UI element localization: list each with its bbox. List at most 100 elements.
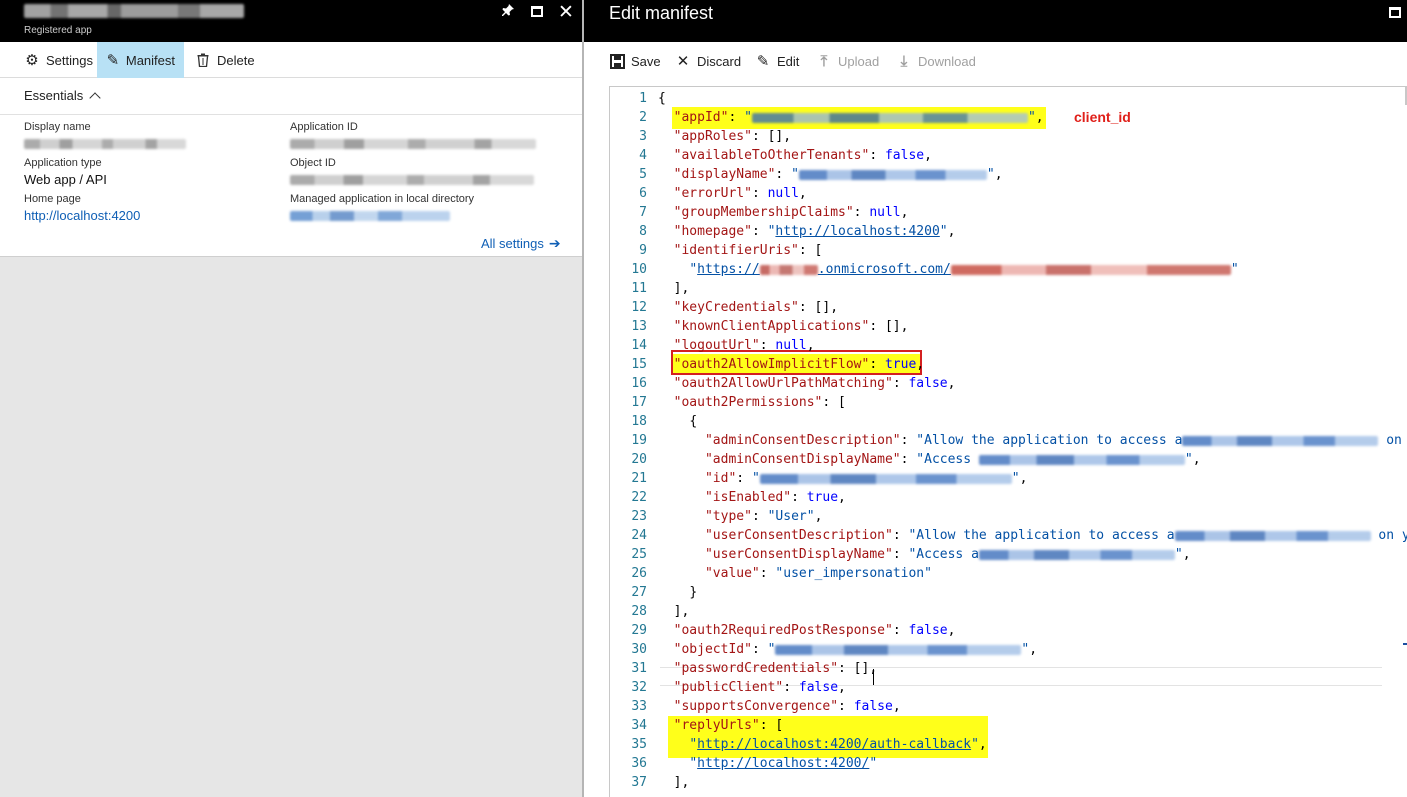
code-value: null: [775, 338, 807, 353]
code-value: false: [853, 699, 893, 714]
code-line: 35 "http://localhost:4200/auth-callback"…: [631, 737, 987, 752]
code-key: "adminConsentDescription": [704, 433, 901, 448]
code-line: 9 "identifierUris": [: [639, 243, 823, 258]
homepage-url-link[interactable]: http://localhost:4200: [775, 224, 939, 239]
display-name-label: Display name: [24, 121, 91, 133]
home-page-link[interactable]: http://localhost:4200: [24, 208, 140, 223]
code-line: 25 "userConsentDisplayName": "Access a ",: [631, 547, 1191, 562]
code-key: "type": [704, 509, 752, 524]
reply-url-link[interactable]: http://localhost:4200/auth-callback: [697, 737, 971, 752]
code-line: 22 "isEnabled": true,: [631, 490, 846, 505]
edit-label: Edit: [777, 53, 800, 69]
manifest-button[interactable]: ✎ Manifest: [97, 42, 184, 78]
code-value: true: [806, 490, 839, 505]
chevron-up-icon: [89, 92, 101, 104]
code-line: 27 }: [631, 585, 698, 600]
code-key: "appRoles": [673, 129, 752, 144]
pin-icon[interactable]: [497, 3, 519, 23]
code-line: 28 ],: [631, 604, 690, 619]
identifier-uri-domain: .onmicrosoft.com/: [817, 262, 951, 277]
gear-icon: ⚙: [25, 51, 39, 69]
download-icon: ⤓: [900, 52, 908, 70]
application-id-redacted: [290, 139, 536, 149]
code-key: "keyCredentials": [673, 300, 799, 315]
download-button[interactable]: ⤓ Download: [896, 51, 976, 71]
maximize-icon[interactable]: [526, 3, 548, 23]
save-button[interactable]: Save: [609, 51, 661, 71]
all-settings-label: All settings: [481, 236, 544, 251]
tenant-redacted: [759, 264, 818, 275]
code-key: "displayName": [673, 167, 776, 182]
close-icon[interactable]: ✕: [555, 3, 577, 23]
code-key: "passwordCredentials": [673, 661, 839, 676]
code-key: "isEnabled": [704, 490, 792, 505]
code-key: "identifierUris": [673, 243, 799, 258]
managed-app-link-redacted[interactable]: [290, 211, 450, 221]
pencil-icon: ✎: [106, 51, 120, 69]
code-value: false: [908, 623, 948, 638]
code-line: 4 "availableToOtherTenants": false,: [639, 148, 932, 163]
code-line: 31 "passwordCredentials": [],: [631, 661, 878, 676]
upload-icon: ⤒: [820, 52, 828, 70]
code-line: 13 "knownClientApplications": [],: [631, 319, 909, 334]
app-name-redacted: [1182, 435, 1379, 446]
code-key: "groupMembershipClaims": [673, 205, 854, 220]
essentials-header: Essentials: [24, 88, 84, 103]
discard-button[interactable]: ✕ Discard: [675, 51, 741, 71]
permission-id-redacted: [759, 473, 1012, 484]
code-line: 17 "oauth2Permissions": [: [631, 395, 846, 410]
blade-subtitle: Registered app: [24, 25, 92, 36]
essentials-panel: Essentials Display name Application ID A…: [0, 78, 582, 257]
blade-header: Edit manifest: [584, 0, 1407, 42]
code-line: 2 "appId": " ",: [639, 110, 1044, 125]
code-line: 5 "displayName": " ",: [639, 167, 1003, 182]
blade-header: Registered app ✕: [0, 0, 582, 42]
identifier-guid-redacted: [950, 264, 1231, 275]
code-line: 3 "appRoles": [],: [639, 129, 792, 144]
code-key: "adminConsentDisplayName": [704, 452, 901, 467]
code-line: 11 ],: [631, 281, 690, 296]
code-line: 26 "value": "user_impersonation": [631, 566, 932, 581]
object-id-redacted: [290, 175, 534, 185]
app-title-redacted: [24, 4, 244, 20]
code-line: 14 "logoutUrl": null,: [631, 338, 815, 353]
code-value: true: [884, 357, 917, 372]
close-icon: ✕: [676, 52, 690, 70]
essentials-toggle[interactable]: Essentials: [24, 88, 101, 104]
divider: [0, 114, 582, 115]
app-name-redacted: [978, 454, 1185, 465]
code-line: 36 "http://localhost:4200/": [631, 756, 878, 771]
trash-icon: [195, 52, 211, 68]
settings-button[interactable]: ⚙ Settings: [15, 42, 102, 78]
code-value: on b: [1386, 433, 1402, 448]
edit-button[interactable]: ✎ Edit: [755, 51, 800, 71]
code-key: "errorUrl": [673, 186, 752, 201]
settings-label: Settings: [46, 52, 93, 68]
object-id-label: Object ID: [290, 157, 336, 169]
upload-button[interactable]: ⤒ Upload: [816, 51, 880, 71]
code-line: 37 ],: [631, 775, 690, 790]
app-name-redacted: [1174, 530, 1371, 541]
maximize-icon[interactable]: [1384, 3, 1406, 23]
code-key: "supportsConvergence": [673, 699, 839, 714]
code-value: false: [884, 148, 925, 163]
discard-label: Discard: [697, 53, 742, 69]
code-key: "publicClient": [673, 680, 784, 695]
code-text: {: [658, 91, 666, 106]
reply-url-link[interactable]: http://localhost:4200/: [697, 756, 869, 771]
all-settings-link[interactable]: All settings ➔: [481, 235, 561, 252]
application-type-label: Application type: [24, 157, 102, 169]
code-key: "userConsentDescription": [704, 528, 893, 543]
app-registration-blade: Registered app ✕ ⚙ Settings ✎ Manifest D…: [0, 0, 582, 797]
code-line: 19 "adminConsentDescription": "Allow the…: [609, 431, 1407, 450]
code-line: 7 "groupMembershipClaims": null,: [639, 205, 909, 220]
code-line: 32 "publicClient": false,: [631, 680, 846, 695]
code-value: false: [798, 680, 839, 695]
code-value: false: [908, 376, 948, 391]
code-key: "oauth2AllowUrlPathMatching": [673, 376, 893, 391]
display-name-redacted: [798, 169, 987, 180]
delete-button[interactable]: Delete: [186, 42, 264, 78]
save-icon: [609, 53, 625, 69]
code-line: 15 "oauth2AllowImplicitFlow": true,: [631, 357, 925, 372]
identifier-uri-link[interactable]: https://: [697, 262, 760, 277]
